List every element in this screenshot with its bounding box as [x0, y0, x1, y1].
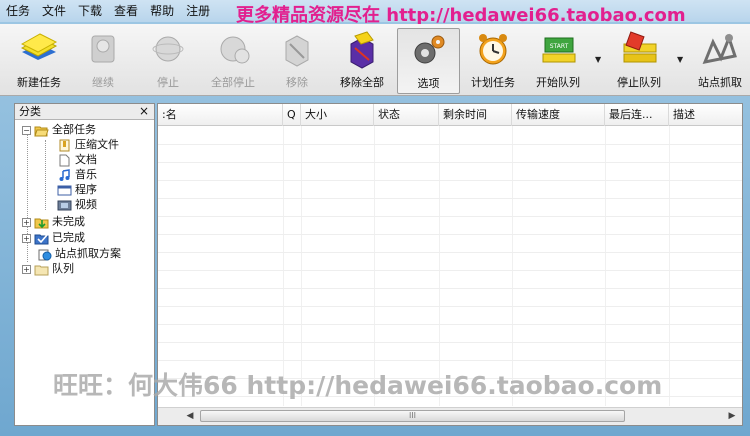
column-header-status[interactable]: 状态 [374, 104, 439, 126]
column-header-q[interactable]: Q [283, 104, 301, 126]
remove-button[interactable]: 移除 [266, 28, 328, 94]
column-header-last-connection[interactable]: 最后连... [605, 104, 669, 126]
table-row [158, 288, 742, 289]
tree-header: 分类 × [15, 104, 154, 120]
tree-item-queue[interactable]: + 队列 [22, 261, 74, 277]
zip-file-icon [59, 139, 70, 151]
scrollbar-thumb[interactable]: III [200, 410, 625, 422]
column-header-time-left[interactable]: 剩余时间 [439, 104, 512, 126]
column-divider [669, 126, 670, 406]
site-grab-scheme-icon [38, 249, 52, 260]
horizontal-scrollbar[interactable]: ◀ III ▶ [158, 407, 742, 425]
start-queue-dropdown-arrow[interactable]: ▼ [595, 55, 601, 64]
music-note-icon [59, 168, 70, 181]
column-header-size[interactable]: 大小 [301, 104, 374, 126]
table-row [158, 216, 742, 217]
alarm-clock-icon [479, 34, 507, 65]
tree-item-archives[interactable]: 压缩文件 [57, 137, 119, 153]
toolbar: 新建任务 继续 停止 全部停止 移除 移除全部 选项 计划任务 START 开始… [0, 24, 750, 96]
options-gear-icon [414, 35, 444, 64]
stop-all-icon [220, 36, 250, 64]
document-icon [59, 154, 70, 166]
stop-icon [152, 36, 184, 62]
tree-item-video[interactable]: 视频 [57, 197, 97, 213]
tree-item-finished[interactable]: + 已完成 [22, 230, 85, 246]
table-row [158, 198, 742, 199]
remove-icon [285, 35, 309, 67]
tree-header-title: 分类 [19, 105, 41, 118]
menu-view[interactable]: 查看 [108, 0, 144, 22]
tree-item-documents[interactable]: 文档 [57, 152, 97, 168]
expand-toggle[interactable]: + [22, 264, 31, 274]
scroll-right-button[interactable]: ▶ [724, 408, 740, 425]
tree-item-all-tasks[interactable]: − 全部任务 [22, 122, 96, 138]
tree-item-programs[interactable]: 程序 [57, 182, 97, 198]
watermark-text: 旺旺：何大伟66 http://hedawei66.taobao.com [53, 371, 663, 400]
schedule-button[interactable]: 计划任务 [462, 28, 524, 94]
tree-guide-line [45, 140, 46, 210]
collapse-toggle[interactable]: − [22, 125, 31, 135]
resume-icon [91, 35, 115, 63]
promo-banner: 更多精品资源尽在 http://hedawei66.taobao.com [236, 5, 686, 26]
remove-all-icon [350, 31, 374, 69]
stop-queue-button[interactable]: 停止队列 [608, 28, 670, 94]
table-row [158, 360, 742, 361]
stop-queue-dropdown-arrow[interactable]: ▼ [677, 55, 683, 64]
table-row [158, 270, 742, 271]
start-queue-icon: START [542, 37, 576, 63]
queue-folder-icon [34, 265, 49, 275]
column-divider [374, 126, 375, 406]
expand-toggle[interactable]: + [22, 233, 31, 243]
scroll-left-button[interactable]: ◀ [182, 408, 198, 425]
program-window-icon [57, 185, 72, 195]
table-row [158, 180, 742, 181]
table-row [158, 234, 742, 235]
svg-text:START: START [550, 43, 569, 50]
site-grabber-icon [702, 33, 737, 65]
column-divider [301, 126, 302, 406]
remove-all-button[interactable]: 移除全部 [331, 28, 393, 94]
tree-close-button[interactable]: × [139, 104, 149, 119]
video-film-icon [57, 200, 72, 210]
window-frame: 任务 文件 下载 查看 帮助 注册 更多精品资源尽在 http://hedawe… [0, 0, 750, 436]
column-header-transfer-rate[interactable]: 传输速度 [512, 104, 605, 126]
stop-all-button[interactable]: 全部停止 [202, 28, 264, 94]
column-divider [605, 126, 606, 406]
options-button[interactable]: 选项 [397, 28, 460, 94]
table-row [158, 306, 742, 307]
new-task-button[interactable]: 新建任务 [8, 28, 70, 94]
stop-queue-icon [623, 31, 657, 63]
column-header-description[interactable]: 描述 [669, 104, 742, 126]
grid-header: :名 Q 大小 状态 剩余时间 传输速度 最后连... 描述 [158, 104, 742, 126]
menu-register[interactable]: 注册 [180, 0, 216, 22]
table-row [158, 162, 742, 163]
column-divider [512, 126, 513, 406]
tree-item-site-grab-scheme[interactable]: 站点抓取方案 [37, 246, 121, 262]
stop-button[interactable]: 停止 [137, 28, 199, 94]
start-queue-button[interactable]: START 开始队列 [527, 28, 589, 94]
menu-help[interactable]: 帮助 [144, 0, 180, 22]
menu-file[interactable]: 文件 [36, 0, 72, 22]
resume-button[interactable]: 继续 [72, 28, 134, 94]
scrollbar-grip: III [408, 411, 417, 420]
column-divider [439, 126, 440, 406]
tree-item-unfinished[interactable]: + 未完成 [22, 214, 85, 230]
menu-download[interactable]: 下载 [72, 0, 108, 22]
menu-task[interactable]: 任务 [0, 0, 36, 22]
table-row [158, 324, 742, 325]
finished-folder-icon [34, 233, 49, 244]
table-row [158, 144, 742, 145]
expand-toggle[interactable]: + [22, 217, 31, 227]
new-task-icon [20, 33, 58, 60]
table-row [158, 252, 742, 253]
site-grabber-button[interactable]: 站点抓取 [689, 28, 750, 94]
tree-item-music[interactable]: 音乐 [57, 167, 97, 183]
column-divider [283, 126, 284, 406]
unfinished-folder-icon [34, 218, 49, 228]
table-row [158, 342, 742, 343]
open-folder-icon [34, 126, 49, 136]
column-header-name[interactable]: :名 [158, 104, 283, 126]
